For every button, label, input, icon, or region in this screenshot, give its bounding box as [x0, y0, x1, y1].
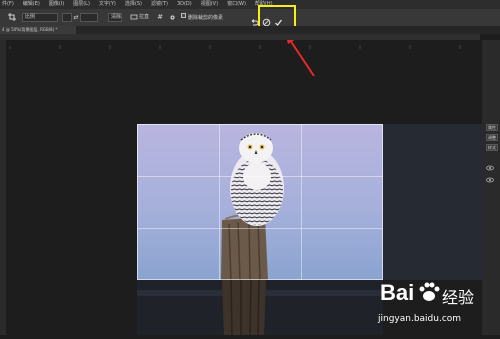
delete-pixels-checkbox[interactable] — [181, 13, 186, 18]
watermark-brand: Bai — [380, 280, 415, 305]
panel-adjust-button[interactable]: 调整 — [486, 134, 498, 141]
photo-reflection — [137, 279, 383, 336]
vertical-ruler — [0, 40, 6, 335]
height-field[interactable] — [80, 13, 98, 22]
paw-icon — [418, 282, 440, 302]
eye-icon[interactable] — [486, 156, 494, 171]
swap-icon[interactable]: ⇄ — [72, 13, 80, 21]
menu-view[interactable]: 视图(V) — [201, 0, 218, 9]
menu-type[interactable]: 文字(Y) — [99, 0, 116, 9]
menu-file[interactable]: 件(F) — [2, 0, 14, 9]
delete-pixels-label: 删除裁剪的像素 — [188, 15, 224, 21]
gear-icon[interactable] — [168, 13, 176, 21]
menu-select[interactable]: 选择(S) — [125, 0, 142, 9]
baidu-watermark: Bai 经验 jingyan.baidu.com — [370, 278, 490, 334]
horizontal-ruler — [0, 34, 480, 49]
width-field[interactable] — [62, 13, 72, 22]
ratio-select[interactable]: 比例 — [22, 13, 58, 22]
menu-window[interactable]: 窗口(W) — [227, 0, 246, 9]
overlay-grid-icon[interactable]: # — [156, 13, 164, 21]
menu-layer[interactable]: 图层(L) — [73, 0, 90, 9]
menu-image[interactable]: 图像(I) — [49, 0, 64, 9]
crop-frame[interactable] — [137, 124, 383, 280]
menu-filter[interactable]: 滤镜(T) — [151, 0, 168, 9]
menu-bar: 件(F) 编辑(E) 图像(I) 图层(L) 文字(Y) 选择(S) 滤镜(T)… — [0, 0, 500, 9]
straighten-label[interactable]: 拉直 — [139, 14, 149, 21]
menu-3d[interactable]: 3D(D) — [177, 0, 192, 9]
straighten-icon[interactable] — [130, 13, 138, 21]
panel-styles-button[interactable]: 样式 — [486, 144, 498, 151]
watermark-url: jingyan.baidu.com — [378, 314, 462, 324]
crop-tool-icon[interactable] — [8, 13, 16, 21]
document-tab[interactable]: 4 @ 50%(背景图层, RGB/8) * — [0, 26, 76, 34]
watermark-suffix: 经验 — [442, 288, 475, 307]
panel-properties-button[interactable]: 属性 — [486, 124, 498, 131]
owl-photo — [137, 124, 383, 280]
menu-edit[interactable]: 编辑(E) — [23, 0, 40, 9]
eye-icon[interactable] — [486, 168, 494, 183]
clear-button[interactable]: 清除 — [108, 13, 122, 22]
